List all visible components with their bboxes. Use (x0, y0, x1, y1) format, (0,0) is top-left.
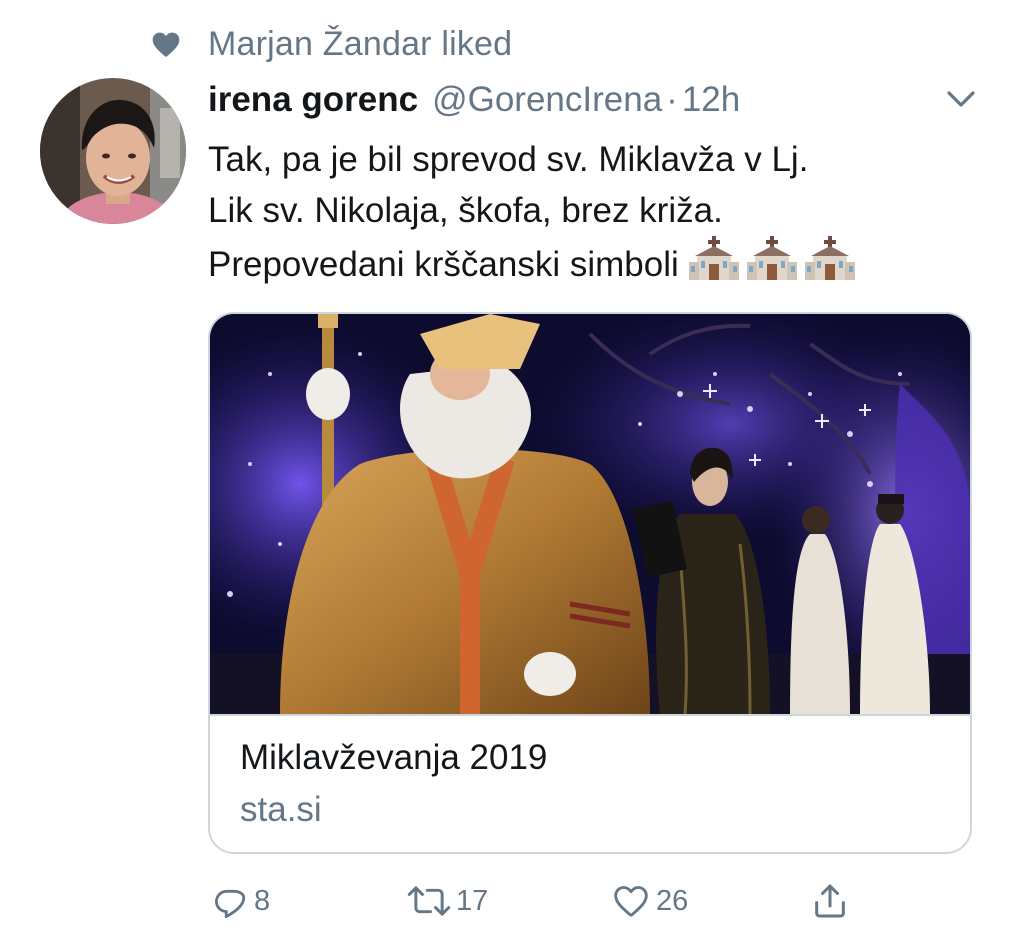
church-emoji (804, 236, 855, 280)
chevron-down-icon (947, 91, 975, 107)
social-context-text: Marjan Žandar liked (208, 24, 513, 63)
like-button[interactable]: 26 (610, 874, 688, 928)
tweet-text-line-text: Prepovedani krščanski simboli (208, 245, 679, 284)
reply-icon (215, 889, 246, 919)
reply-button[interactable]: 8 (210, 874, 270, 928)
retweet-button[interactable]: 17 (406, 874, 488, 928)
tweet-text-line: Lik sv. Nikolaja, škofa, brez križa. (208, 191, 723, 230)
link-card[interactable]: Miklavževanja 2019 sta.si (208, 312, 972, 854)
share-button[interactable] (810, 874, 850, 928)
author-display-name[interactable]: irena gorenc (208, 80, 418, 120)
retweet-count: 17 (456, 884, 489, 917)
avatar[interactable] (40, 78, 186, 224)
like-count: 26 (656, 884, 689, 917)
card-title[interactable]: Miklavževanja 2019 (240, 738, 547, 778)
tweet-action-bar: 8 17 26 (0, 874, 1024, 928)
st-nicholas-procession-photo (210, 314, 970, 714)
separator: · (666, 80, 678, 119)
share-icon (815, 884, 845, 918)
tweet-header: irena gorenc @GorencIrena · 12h (208, 76, 740, 124)
church-emoji-group (688, 236, 855, 282)
card-image[interactable] (210, 314, 970, 714)
author-handle[interactable]: @GorencIrena (432, 80, 662, 120)
card-divider (210, 714, 970, 716)
tweet-timestamp[interactable]: 12h (682, 80, 740, 120)
social-context[interactable]: Marjan Žandar liked (150, 22, 512, 66)
church-emoji (688, 236, 739, 280)
heart-icon (152, 32, 180, 57)
tweet-menu-button[interactable] (944, 84, 978, 114)
tweet-text-line: Prepovedani krščanski simboli (208, 236, 998, 290)
retweet-icon (407, 886, 451, 916)
profile-photo (40, 78, 186, 224)
tweet-text-line: Tak, pa je bil sprevod sv. Miklavža v Lj… (208, 140, 809, 179)
reply-count: 8 (254, 884, 271, 917)
heart-outline-icon (614, 886, 648, 917)
church-emoji (746, 236, 797, 280)
tweet-text: Tak, pa je bil sprevod sv. Miklavža v Lj… (208, 134, 998, 290)
card-domain: sta.si (240, 790, 322, 829)
